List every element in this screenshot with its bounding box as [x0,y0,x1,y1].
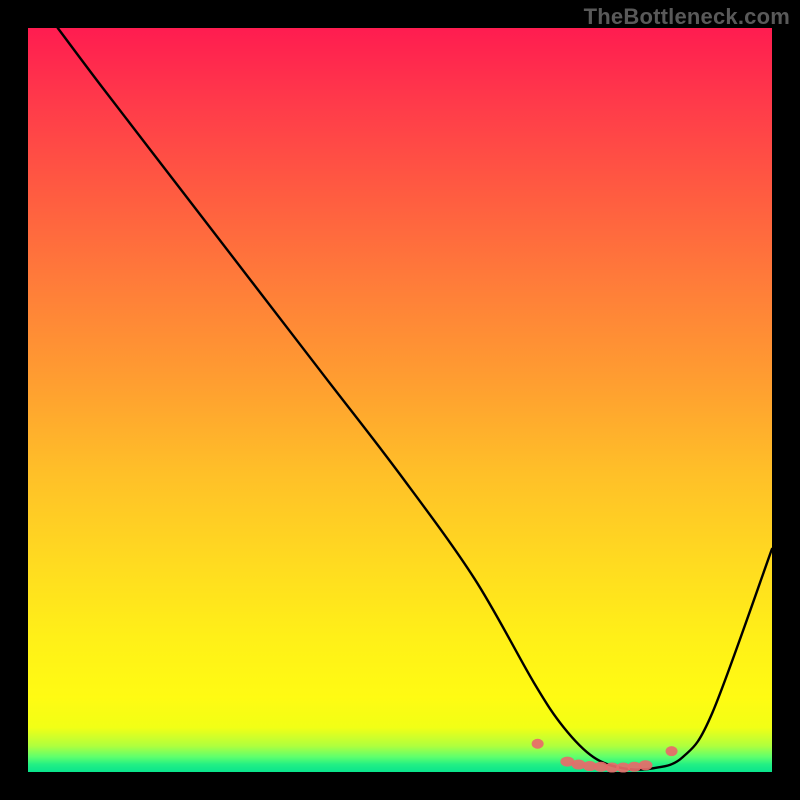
chart-root: TheBottleneck.com [0,0,800,800]
highlight-dot [639,760,653,770]
highlight-dot [666,746,678,756]
bottleneck-curve-line [58,28,772,770]
plot-area [28,28,772,772]
watermark-text: TheBottleneck.com [584,4,790,30]
highlight-dot [532,739,544,749]
curve-layer [28,28,772,772]
